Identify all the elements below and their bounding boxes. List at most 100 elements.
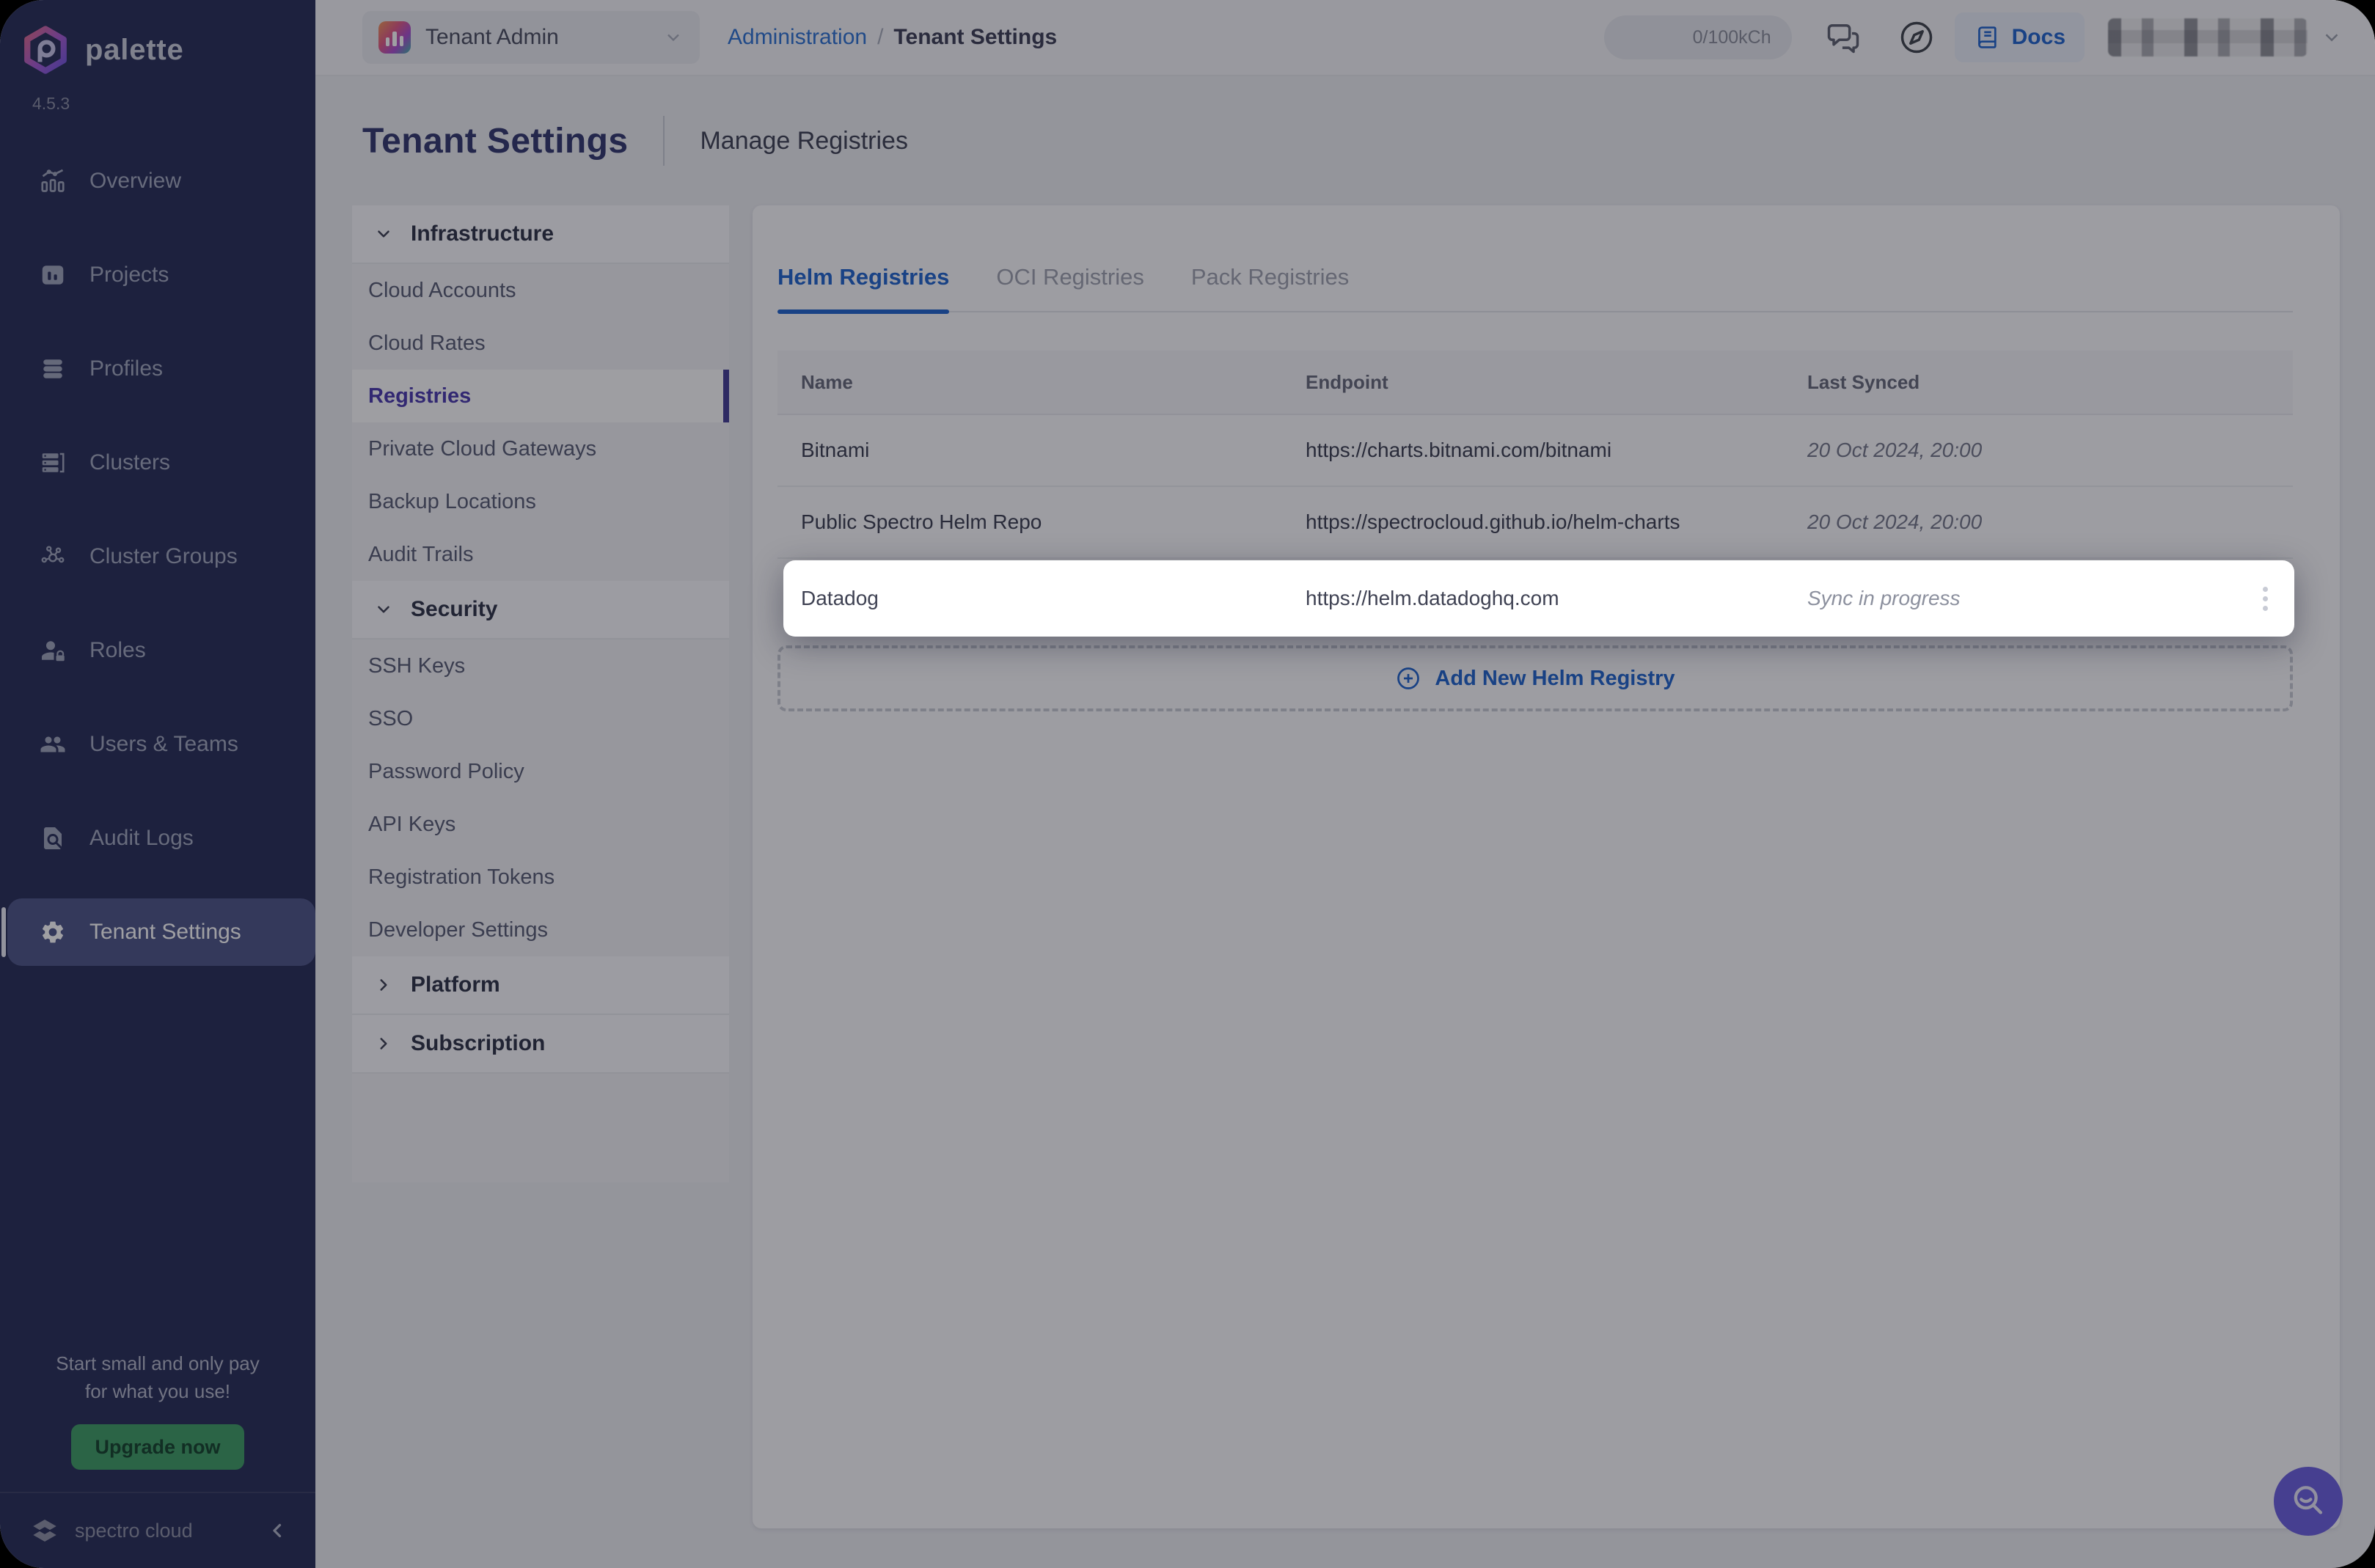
- settings-item-audit-trails[interactable]: Audit Trails: [352, 528, 729, 581]
- title-divider: [663, 116, 665, 166]
- registries-panel: Helm Registries OCI Registries Pack Regi…: [753, 205, 2340, 1528]
- settings-group-label: Security: [411, 597, 497, 622]
- settings-item-cloud-rates[interactable]: Cloud Rates: [352, 317, 729, 370]
- page-title: Tenant Settings: [362, 121, 628, 161]
- gear-icon: [40, 919, 66, 945]
- sidebar-item-projects[interactable]: Projects: [0, 228, 315, 322]
- settings-item-cloud-accounts[interactable]: Cloud Accounts: [352, 264, 729, 317]
- main-area: Tenant Admin Administration / Tenant Set…: [315, 0, 2375, 1568]
- upgrade-now-button[interactable]: Upgrade now: [71, 1424, 244, 1470]
- registry-last-synced: 20 Oct 2024, 20:00: [1807, 510, 2234, 534]
- column-header-name: Name: [801, 371, 1306, 394]
- tab-pack-registries[interactable]: Pack Registries: [1191, 264, 1349, 311]
- sidebar-item-cluster-groups[interactable]: Cluster Groups: [0, 510, 315, 604]
- registry-endpoint: https://spectrocloud.github.io/helm-char…: [1306, 510, 1807, 534]
- search-fab-button[interactable]: [2274, 1467, 2343, 1536]
- registry-name: Datadog: [801, 587, 1306, 610]
- settings-group-platform[interactable]: Platform: [352, 956, 729, 1015]
- registries-tabs: Helm Registries OCI Registries Pack Regi…: [777, 205, 2293, 312]
- registry-sync-status: Sync in progress: [1807, 587, 2236, 610]
- top-bar: Tenant Admin Administration / Tenant Set…: [315, 0, 2375, 76]
- sidebar-item-profiles[interactable]: Profiles: [0, 322, 315, 416]
- chat-button[interactable]: [1824, 18, 1862, 56]
- column-header-endpoint: Endpoint: [1306, 371, 1807, 394]
- breadcrumb-administration-link[interactable]: Administration: [728, 25, 867, 50]
- brand-name: palette: [85, 34, 184, 67]
- breadcrumb: Administration / Tenant Settings: [728, 25, 1057, 50]
- audit-logs-icon: [40, 825, 66, 851]
- sidebar-item-label: Overview: [89, 169, 181, 194]
- promo-line-1: Start small and only pay: [21, 1349, 295, 1377]
- settings-group-infrastructure[interactable]: Infrastructure: [352, 205, 729, 264]
- chevron-down-icon: [663, 27, 684, 48]
- user-menu-chevron[interactable]: [2321, 26, 2343, 48]
- sidebar-item-tenant-settings[interactable]: Tenant Settings: [0, 885, 315, 979]
- sidebar-item-label: Clusters: [89, 450, 170, 475]
- spectro-cloud-logo-icon: [29, 1515, 60, 1546]
- chat-bubbles-icon: [1824, 18, 1862, 56]
- settings-item-password-policy[interactable]: Password Policy: [352, 745, 729, 798]
- sidebar-item-overview[interactable]: Overview: [0, 134, 315, 228]
- palette-hexagon-logo-icon: [19, 23, 72, 76]
- settings-item-api-keys[interactable]: API Keys: [352, 798, 729, 851]
- row-actions-kebab-button[interactable]: [2257, 581, 2274, 617]
- add-new-helm-registry-button[interactable]: Add New Helm Registry: [777, 645, 2293, 711]
- table-row[interactable]: Bitnami https://charts.bitnami.com/bitna…: [777, 415, 2293, 487]
- overview-chart-icon: [40, 168, 66, 194]
- sidebar-item-clusters[interactable]: Clusters: [0, 416, 315, 510]
- sidebar-item-roles[interactable]: Roles: [0, 604, 315, 697]
- settings-group-subscription[interactable]: Subscription: [352, 1015, 729, 1074]
- page-subtitle: Manage Registries: [700, 127, 907, 155]
- sidebar-item-label: Users & Teams: [89, 732, 238, 757]
- projects-icon: [40, 262, 66, 288]
- registry-name: Bitnami: [801, 439, 1306, 462]
- sidebar-item-label: Audit Logs: [89, 826, 194, 851]
- tab-oci-registries[interactable]: OCI Registries: [996, 264, 1144, 311]
- table-row-highlighted-datadog[interactable]: Datadog https://helm.datadoghq.com Sync …: [783, 560, 2294, 637]
- sidebar-item-label: Tenant Settings: [89, 920, 241, 945]
- profiles-stack-icon: [40, 356, 66, 382]
- table-header: Name Endpoint Last Synced: [777, 351, 2293, 415]
- upgrade-promo: Start small and only pay for what you us…: [0, 1349, 315, 1405]
- settings-group-label: Infrastructure: [411, 221, 554, 246]
- top-bar-actions: 0/100kCh: [1604, 12, 2343, 62]
- sidebar-item-label: Cluster Groups: [89, 544, 238, 569]
- add-new-helm-registry-label: Add New Helm Registry: [1435, 667, 1675, 691]
- settings-item-registries[interactable]: Registries: [352, 370, 729, 422]
- user-menu[interactable]: [2108, 18, 2308, 56]
- search-smile-icon: [2289, 1482, 2327, 1520]
- app-version: 4.5.3: [0, 76, 315, 114]
- settings-group-security[interactable]: Security: [352, 581, 729, 640]
- content-area: Infrastructure Cloud Accounts Cloud Rate…: [315, 205, 2375, 1568]
- sidebar-footer: spectro cloud: [0, 1493, 315, 1568]
- tab-helm-registries[interactable]: Helm Registries: [777, 264, 949, 311]
- tenant-scope-chart-icon: [378, 21, 411, 54]
- table-row[interactable]: Public Spectro Helm Repo https://spectro…: [777, 487, 2293, 559]
- settings-item-private-cloud-gateways[interactable]: Private Cloud Gateways: [352, 422, 729, 475]
- footer-brand-name: spectro cloud: [75, 1520, 193, 1542]
- chevron-down-icon: [2321, 26, 2343, 48]
- docs-button[interactable]: Docs: [1955, 12, 2085, 62]
- plus-circle-icon: [1395, 665, 1421, 692]
- settings-item-developer-settings[interactable]: Developer Settings: [352, 904, 729, 956]
- sidebar-item-label: Projects: [89, 263, 169, 287]
- sidebar-item-audit-logs[interactable]: Audit Logs: [0, 791, 315, 885]
- chevron-down-icon: [374, 224, 393, 243]
- sidebar-item-users-teams[interactable]: Users & Teams: [0, 697, 315, 791]
- settings-item-registration-tokens[interactable]: Registration Tokens: [352, 851, 729, 904]
- sidebar-collapse-button[interactable]: [267, 1520, 289, 1542]
- sidebar: palette 4.5.3 Overview: [0, 0, 315, 1568]
- chevron-left-icon: [267, 1520, 289, 1542]
- settings-item-backup-locations[interactable]: Backup Locations: [352, 475, 729, 528]
- book-icon: [1974, 23, 2002, 51]
- compass-button[interactable]: [1898, 18, 1936, 56]
- registry-endpoint: https://helm.datadoghq.com: [1306, 587, 1807, 610]
- app-window: palette 4.5.3 Overview: [0, 0, 2375, 1568]
- promo-line-2: for what you use!: [21, 1377, 295, 1405]
- page-header: Tenant Settings Manage Registries: [315, 76, 2375, 205]
- breadcrumb-separator: /: [877, 25, 883, 50]
- settings-item-sso[interactable]: SSO: [352, 692, 729, 745]
- tenant-scope-selector[interactable]: Tenant Admin: [362, 11, 700, 64]
- cluster-groups-icon: [40, 543, 66, 570]
- settings-item-ssh-keys[interactable]: SSH Keys: [352, 640, 729, 692]
